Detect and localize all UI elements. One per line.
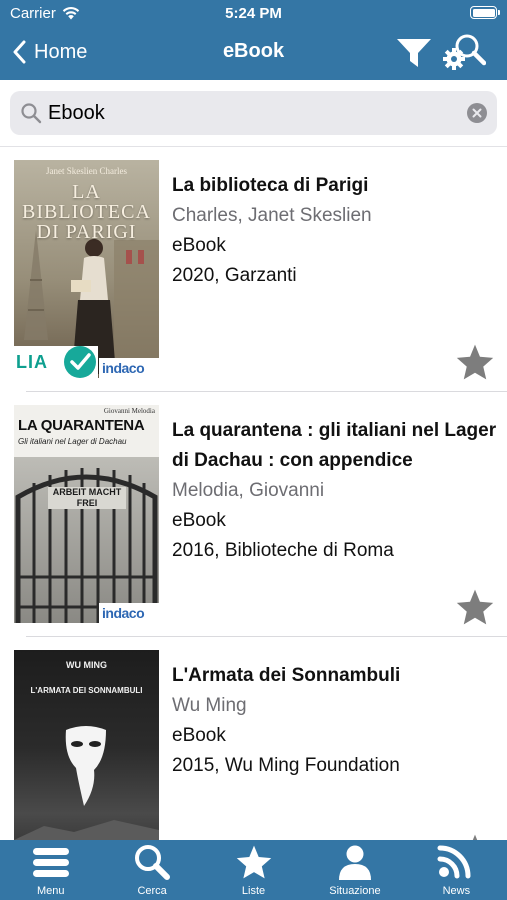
tab-menu[interactable]: Menu bbox=[0, 840, 101, 900]
book-author: Wu Ming bbox=[172, 695, 247, 716]
book-publication: 2015, Wu Ming Foundation bbox=[172, 755, 400, 776]
tab-bar: Menu Cerca Liste Situazione News bbox=[0, 840, 507, 900]
back-button[interactable]: Home bbox=[12, 36, 87, 68]
star-icon bbox=[456, 344, 494, 380]
checkmark-icon bbox=[64, 346, 96, 378]
book-author: Charles, Janet Skeslien bbox=[172, 205, 372, 226]
tab-label: Situazione bbox=[329, 885, 381, 897]
book-title: L'Armata dei Sonnambuli bbox=[172, 665, 401, 686]
search-icon bbox=[135, 845, 171, 880]
star-icon bbox=[236, 845, 271, 879]
tab-liste[interactable]: Liste bbox=[203, 840, 304, 900]
tab-label: News bbox=[442, 885, 471, 897]
advanced-search-icon bbox=[443, 34, 487, 70]
book-cover: WU MING L'ARMATA DEI SONNAMBULI bbox=[14, 650, 159, 840]
cover-title: LA BIBLIOTECA DI PARIGI bbox=[22, 181, 151, 243]
indaco-badge: indaco bbox=[99, 603, 159, 623]
back-label: Home bbox=[34, 40, 88, 63]
book-format: eBook bbox=[172, 510, 226, 531]
advanced-search-button[interactable] bbox=[442, 32, 487, 72]
cover-author: Giovanni Melodia bbox=[103, 407, 155, 415]
list-item[interactable]: Janet Skeslien Charles LA BIBLIOTECA DI … bbox=[0, 147, 507, 392]
book-cover: Janet Skeslien Charles LA BIBLIOTECA DI … bbox=[14, 160, 159, 378]
tab-label: Cerca bbox=[137, 885, 167, 897]
book-title: La biblioteca di Parigi bbox=[172, 175, 369, 196]
status-time: 5:24 PM bbox=[225, 5, 282, 22]
tab-label: Menu bbox=[36, 885, 65, 897]
chevron-left-icon bbox=[13, 40, 26, 64]
rss-icon bbox=[437, 845, 471, 879]
book-meta: La biblioteca di Parigi Charles, Janet S… bbox=[172, 171, 497, 291]
tab-cerca[interactable]: Cerca bbox=[101, 840, 202, 900]
book-author: Melodia, Giovanni bbox=[172, 480, 325, 501]
list-item[interactable]: WU MING L'ARMATA DEI SONNAMBULI L'Armata… bbox=[0, 637, 507, 840]
tab-situazione[interactable]: Situazione bbox=[304, 840, 405, 900]
book-publication: 2020, Garzanti bbox=[172, 265, 297, 286]
book-title: La quarantena : gli italiani nel Lager d… bbox=[172, 420, 497, 471]
lia-badge: LIA bbox=[14, 346, 98, 378]
search-bar bbox=[0, 80, 507, 147]
cover-illustration bbox=[14, 457, 159, 623]
cover-header: Giovanni Melodia LA QUARANTENA Gli itali… bbox=[14, 405, 159, 457]
clear-search-button[interactable] bbox=[467, 103, 487, 123]
cover-gate-plate: ARBEIT MACHT FREI bbox=[48, 487, 126, 509]
filter-icon bbox=[397, 39, 431, 67]
cover-illustration bbox=[14, 726, 159, 840]
results-list: Janet Skeslien Charles LA BIBLIOTECA DI … bbox=[0, 147, 507, 840]
indaco-badge: indaco bbox=[99, 358, 159, 378]
filter-button[interactable] bbox=[396, 37, 432, 69]
book-meta: L'Armata dei Sonnambuli Wu Ming eBook 20… bbox=[172, 661, 497, 781]
list-item[interactable]: Giovanni Melodia LA QUARANTENA Gli itali… bbox=[0, 392, 507, 637]
battery-icon bbox=[470, 6, 500, 19]
search-field[interactable] bbox=[10, 91, 497, 135]
cover-author: Janet Skeslien Charles bbox=[46, 166, 127, 176]
favorite-button[interactable] bbox=[455, 343, 495, 381]
star-icon bbox=[456, 589, 494, 625]
book-publication: 2016, Biblioteche di Roma bbox=[172, 540, 394, 561]
favorite-button[interactable] bbox=[455, 588, 495, 626]
lia-label: LIA bbox=[16, 352, 48, 372]
star-icon bbox=[472, 834, 478, 840]
book-cover: Giovanni Melodia LA QUARANTENA Gli itali… bbox=[14, 405, 159, 623]
favorite-button[interactable] bbox=[455, 833, 495, 840]
book-format: eBook bbox=[172, 725, 226, 746]
app-header: Carrier 5:24 PM Home eBook bbox=[0, 0, 507, 80]
cover-subtitle: Gli italiani nel Lager di Dachau bbox=[18, 437, 127, 446]
search-icon bbox=[21, 103, 42, 124]
book-format: eBook bbox=[172, 235, 226, 256]
book-meta: La quarantena : gli italiani nel Lager d… bbox=[172, 416, 497, 566]
close-icon bbox=[472, 108, 482, 118]
menu-icon bbox=[32, 848, 69, 877]
cover-title: LA QUARANTENA bbox=[18, 417, 145, 434]
tab-label: Liste bbox=[241, 885, 266, 897]
tab-news[interactable]: News bbox=[406, 840, 507, 900]
user-icon bbox=[338, 845, 371, 880]
search-input[interactable] bbox=[48, 91, 458, 135]
